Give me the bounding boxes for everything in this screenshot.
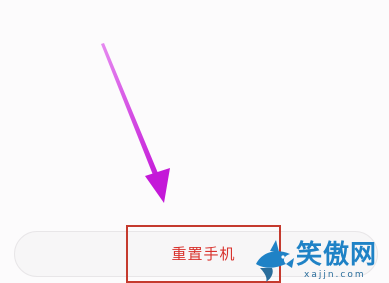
- watermark-domain: xajjn.com: [304, 270, 366, 280]
- watermark-text: 笑傲网: [296, 240, 378, 270]
- shark-logo-icon: [256, 240, 294, 282]
- settings-screen: 重置手机 笑傲网 xajjn.com: [0, 0, 389, 283]
- arrow-head: [145, 168, 170, 203]
- site-watermark: 笑傲网 xajjn.com: [252, 238, 389, 283]
- arrow-shaft: [101, 43, 160, 180]
